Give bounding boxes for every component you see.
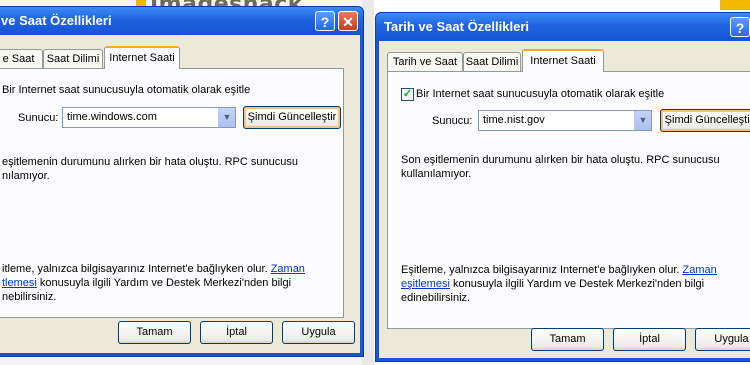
tab-panel: ✓ Bir Internet saat sunucusuyla otomatik… (387, 71, 750, 329)
help-link-part1[interactable]: Zaman (271, 263, 305, 275)
info-text: itleme, yalnızca bilgisayarınız Internet… (2, 262, 332, 304)
tab-internet-time[interactable]: Internet Saati (104, 46, 180, 69)
server-value: time.windows.com (67, 111, 157, 123)
server-label: Sunucu: (432, 115, 473, 127)
window-title: ve Saat Özellikleri (1, 13, 112, 28)
status-line-1: Son eşitlemenin durumunu alırken bir hat… (401, 154, 720, 166)
tab-internet-time[interactable]: Internet Saati (522, 49, 604, 72)
help-icon[interactable]: ? (730, 17, 750, 37)
sync-checkbox-label: Bir Internet saat sunucusuyla otomatik o… (2, 84, 251, 96)
help-link-part2[interactable]: tlemesi (2, 277, 37, 289)
info-line-1: itleme, yalnızca bilgisayarınız Internet… (2, 263, 271, 275)
cancel-button[interactable]: İptal (613, 328, 686, 351)
info-line-2: konusuyla ilgili Yardım ve Destek Merkez… (36, 277, 292, 289)
ok-button[interactable]: Tamam (118, 321, 191, 344)
tab-time-zone[interactable]: Saat Dilimi (43, 49, 103, 68)
dialog-left: ve Saat Özellikleri ? ✕ e Saat Saat Dili… (0, 6, 364, 357)
update-now-button[interactable]: Şimdi Güncelleştir (243, 106, 341, 129)
status-line-1: eşitlemenin durumunu alırken bir hata ol… (2, 156, 298, 168)
update-now-button[interactable]: Şimdi Güncelleştir (660, 109, 750, 132)
help-link-part1[interactable]: Zaman (683, 264, 717, 276)
status-line-2: kullanılamıyor. (401, 168, 472, 180)
help-link-part2[interactable]: eşitlemesi (401, 278, 450, 290)
background-accent-right (720, 0, 750, 10)
server-label: Sunucu: (18, 112, 59, 124)
chevron-down-icon[interactable]: ▼ (218, 108, 235, 127)
status-text: eşitlemenin durumunu alırken bir hata ol… (2, 155, 298, 183)
info-line-3: edinebilirsiniz. (401, 292, 471, 304)
tab-date-time[interactable]: Tarih ve Saat (387, 52, 463, 71)
status-line-2: nılamıyor. (2, 170, 50, 182)
ok-button[interactable]: Tamam (531, 328, 604, 351)
dialog-client: Tarih ve Saat Saat Dilimi Internet Saati… (379, 41, 750, 358)
tab-panel: Bir Internet saat sunucusuyla otomatik o… (0, 68, 344, 318)
info-line-3: nebilirsiniz. (2, 291, 57, 303)
info-line-1: Eşitleme, yalnızca bilgisayarınız Intern… (401, 264, 683, 276)
dialog-client: e Saat Saat Dilimi Internet Saati Bir In… (0, 35, 360, 353)
dialog-right: Tarih ve Saat Özellikleri ? Tarih ve Saa… (375, 12, 750, 362)
apply-button[interactable]: Uygula (695, 328, 750, 351)
server-value: time.nist.gov (483, 114, 545, 126)
info-text: Eşitleme, yalnızca bilgisayarınız Intern… (401, 263, 750, 305)
title-bar: ve Saat Özellikleri ? ✕ (0, 7, 363, 35)
cancel-button[interactable]: İptal (200, 321, 273, 344)
window-title: Tarih ve Saat Özellikleri (384, 19, 529, 34)
sync-checkbox-label: Bir Internet saat sunucusuyla otomatik o… (416, 88, 665, 100)
server-combobox[interactable]: time.windows.com ▼ (62, 107, 236, 128)
info-line-2: konusuyla ilgili Yardım ve Destek Merkez… (449, 278, 705, 290)
tab-time-zone[interactable]: Saat Dilimi (463, 52, 521, 71)
server-combobox[interactable]: time.nist.gov ▼ (478, 110, 652, 131)
close-icon[interactable]: ✕ (338, 11, 358, 31)
apply-button[interactable]: Uygula (282, 321, 355, 344)
sync-checkbox[interactable]: ✓ (401, 88, 414, 101)
status-text: Son eşitlemenin durumunu alırken bir hat… (401, 153, 720, 181)
tab-date-time[interactable]: e Saat (0, 49, 43, 68)
title-bar: Tarih ve Saat Özellikleri ? (376, 13, 750, 41)
help-icon[interactable]: ? (315, 11, 335, 31)
chevron-down-icon[interactable]: ▼ (634, 111, 651, 130)
